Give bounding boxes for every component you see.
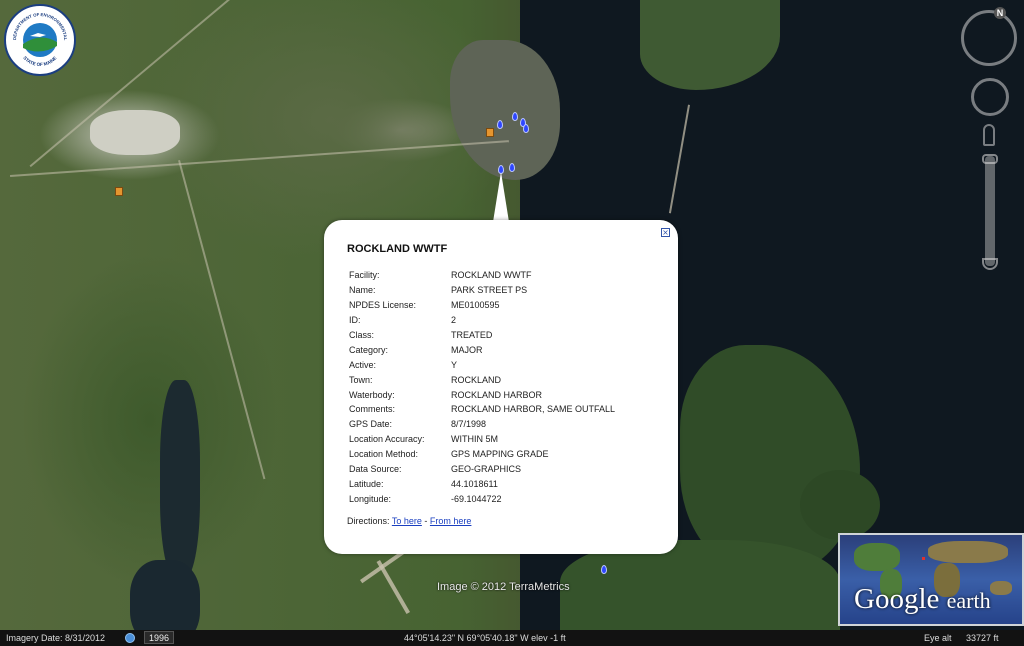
attribute-label: Category:: [349, 344, 389, 355]
attribute-row: Facility: ROCKLAND WWTF: [349, 268, 615, 283]
attribute-row: Data Source: GEO-GRAPHICS: [349, 462, 615, 477]
attribute-row: Comments: ROCKLAND HARBOR, SAME OUTFALL: [349, 402, 615, 417]
placemark-pin[interactable]: [497, 120, 503, 129]
attribute-row: Class: TREATED: [349, 328, 615, 343]
attribute-row: Longitude: -69.1044722: [349, 491, 615, 506]
balloon-pointer: [493, 172, 509, 222]
google-earth-logo-word1: Google: [854, 583, 940, 615]
placemark-pin[interactable]: [509, 163, 515, 172]
placemark-pin[interactable]: [512, 112, 518, 121]
attribute-label: GPS Date:: [349, 419, 393, 430]
continent: [990, 581, 1012, 595]
logo-bottom-text: STATE OF MAINE: [22, 55, 57, 67]
attribute-label: Longitude:: [349, 493, 392, 504]
attribute-row: Location Accuracy: WITHIN 5M: [349, 432, 615, 447]
historical-year-button[interactable]: 1996: [144, 631, 175, 644]
google-earth-logo-word2: earth: [946, 588, 991, 613]
directions-label: Directions:: [347, 516, 390, 526]
attribute-row: Name: PARK STREET PS: [349, 283, 615, 298]
attribute-label: Class:: [349, 330, 375, 340]
attribute-label: Active:: [349, 359, 377, 370]
navigation-controls: N: [955, 4, 1023, 274]
attribute-value: ROCKLAND WWTF: [451, 270, 532, 281]
attribute-label: Location Accuracy:: [349, 434, 425, 445]
status-bar: Imagery Date: 8/31/2012 1996 44°05'14.23…: [0, 630, 1024, 646]
attribute-value: GPS MAPPING GRADE: [451, 449, 549, 460]
attribute-value: 44.1018611: [451, 478, 498, 489]
attribute-label: Town:: [349, 374, 373, 385]
overview-map[interactable]: Google earth: [838, 533, 1024, 626]
attribute-value: GEO-GRAPHICS: [451, 464, 522, 475]
attribute-value: 8/7/1998: [451, 419, 487, 430]
look-compass-ring[interactable]: [961, 10, 1017, 66]
placemark-pin[interactable]: [601, 565, 607, 574]
view-indicator: [922, 557, 925, 560]
attribute-row: Active: Y: [349, 357, 615, 372]
attribute-value: -69.1044722: [451, 493, 502, 504]
attribute-label: Waterbody:: [349, 389, 395, 400]
dep-logo: DEPARTMENT OF ENVIRONMENTAL PROTECTION S…: [4, 4, 76, 76]
island: [800, 470, 880, 540]
attribute-label: Facility:: [349, 270, 380, 281]
runway: [376, 560, 410, 614]
attribute-value: ME0100595: [451, 300, 500, 311]
placemark-pin[interactable]: [523, 124, 529, 133]
pointer-coordinates: 44°05'14.23" N 69°05'40.18" W elev -1 ft: [404, 633, 566, 643]
attribute-value: TREATED: [451, 330, 493, 340]
zoom-out-icon[interactable]: [982, 258, 998, 270]
imagery-copyright: Image © 2012 TerraMetrics: [437, 581, 570, 593]
imagery-date: Imagery Date: 8/31/2012: [6, 633, 106, 643]
directions-line: Directions: To here - From here: [347, 516, 471, 526]
attribute-row: ID: 2: [349, 313, 615, 328]
directions-separator: -: [424, 516, 428, 526]
attribute-row: Latitude: 44.1018611: [349, 476, 615, 491]
harbor-town: [450, 40, 560, 180]
attribute-label: ID:: [349, 315, 361, 326]
attribute-row: GPS Date: 8/7/1998: [349, 417, 615, 432]
move-joystick-ring[interactable]: [971, 78, 1009, 116]
road: [10, 140, 509, 177]
attribute-value: WITHIN 5M: [451, 434, 498, 445]
continent: [928, 541, 1008, 563]
attribute-value: ROCKLAND HARBOR, SAME OUTFALL: [451, 404, 616, 415]
attribute-row: Town: ROCKLAND: [349, 372, 615, 387]
google-earth-logo: Google earth: [854, 583, 991, 616]
continent: [854, 543, 900, 571]
attribute-value: MAJOR: [451, 344, 483, 355]
attribute-value: ROCKLAND: [451, 374, 502, 385]
from-here-link[interactable]: From here: [430, 516, 472, 526]
close-icon[interactable]: ×: [661, 228, 670, 237]
attribute-value: Y: [451, 359, 458, 370]
zoom-slider[interactable]: [985, 156, 995, 266]
attribute-value: PARK STREET PS: [451, 285, 528, 296]
attribute-label: Comments:: [349, 404, 396, 415]
river: [160, 380, 200, 580]
historical-imagery-clock-icon[interactable]: [125, 633, 135, 643]
attribute-value: ROCKLAND HARBOR: [451, 389, 543, 400]
attribute-label: Data Source:: [349, 464, 402, 475]
attribute-row: Category: MAJOR: [349, 342, 615, 357]
balloon-title: ROCKLAND WWTF: [347, 243, 448, 255]
street-view-icon[interactable]: [983, 124, 995, 146]
attribute-row: NPDES License: ME0100595: [349, 298, 615, 313]
attribute-table: Facility: ROCKLAND WWTF Name: PARK STREET P…: [349, 268, 615, 506]
facility-marker[interactable]: [486, 128, 494, 137]
attribute-row: Location Method: GPS MAPPING GRADE: [349, 447, 615, 462]
eye-alt-label: Eye alt: [924, 633, 952, 643]
zoom-in-icon[interactable]: [982, 154, 998, 164]
quarry: [90, 110, 180, 155]
attribute-label: NPDES License:: [349, 300, 417, 311]
north-indicator[interactable]: N: [994, 7, 1006, 19]
info-balloon: × ROCKLAND WWTF Facility: ROCKLAND WWTF Na…: [324, 220, 678, 554]
attribute-value: 2: [451, 315, 457, 326]
facility-marker[interactable]: [115, 187, 123, 196]
to-here-link[interactable]: To here: [392, 516, 422, 526]
eye-alt-value: 33727 ft: [966, 633, 999, 643]
attribute-row: Waterbody: ROCKLAND HARBOR: [349, 387, 615, 402]
attribute-label: Location Method:: [349, 449, 419, 460]
attribute-label: Latitude:: [349, 478, 384, 489]
attribute-label: Name:: [349, 285, 376, 296]
